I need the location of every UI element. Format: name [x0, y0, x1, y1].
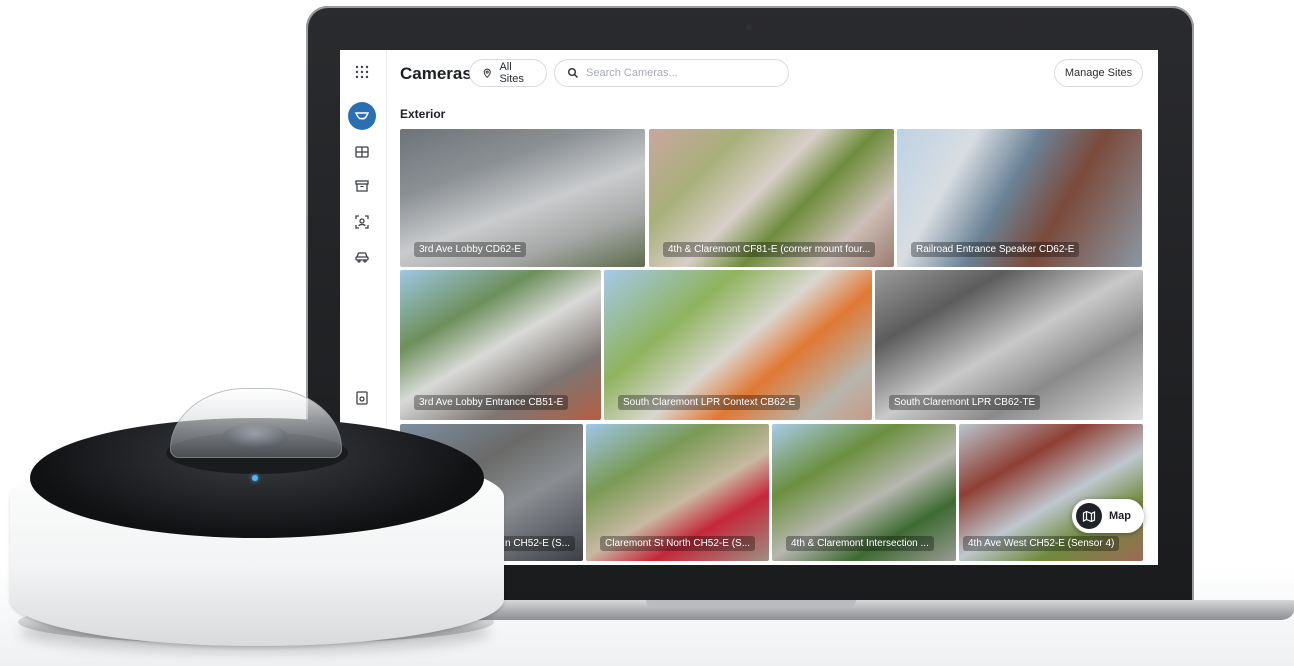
report-icon[interactable]	[348, 384, 376, 412]
camera-icon[interactable]	[348, 102, 376, 130]
all-sites-label: All Sites	[499, 61, 524, 85]
laptop-webcam	[746, 24, 752, 30]
camera-label: ...n CH52-E (S...	[491, 536, 575, 551]
map-label: Map	[1109, 510, 1131, 522]
camera-tile[interactable]: 4th Ave West CH52-E (Sensor 4)	[959, 424, 1143, 561]
vehicle-icon[interactable]	[348, 242, 376, 270]
camera-label: 4th & Claremont CF81-E (corner mount fou…	[663, 242, 876, 257]
manage-sites-button[interactable]: Manage Sites	[1054, 59, 1143, 87]
section-heading: Exterior	[400, 107, 446, 121]
face-scan-icon[interactable]	[348, 208, 376, 236]
camera-tile[interactable]: 4th & Claremont Intersection ...	[772, 424, 956, 561]
camera-tile[interactable]: Railroad Entrance Speaker CD62-E	[897, 129, 1142, 267]
camera-label: 3rd Ave Lobby CD62-E	[414, 242, 527, 257]
camera-label: Claremont St North CH52-E (S...	[600, 536, 756, 551]
laptop-notch	[646, 600, 856, 608]
camera-tile[interactable]: Claremont St North CH52-E (S...	[586, 424, 769, 561]
apps-grid-icon[interactable]	[348, 58, 376, 86]
page-title: Cameras	[400, 64, 472, 83]
search-input[interactable]: Search Cameras...	[554, 59, 789, 87]
camera-label: Railroad Entrance Speaker CD62-E	[911, 242, 1080, 257]
map-icon	[1082, 510, 1096, 523]
camera-label: 4th & Claremont Intersection ...	[786, 536, 934, 551]
search-icon	[568, 68, 578, 78]
location-pin-icon	[483, 68, 491, 79]
camera-tile[interactable]: South Claremont LPR CB62-TE	[875, 270, 1143, 420]
camera-label: 3rd Ave Lobby Entrance CB51-E	[414, 395, 569, 410]
camera-label: 4th Ave West CH52-E (Sensor 4)	[963, 536, 1120, 551]
search-placeholder: Search Cameras...	[586, 67, 678, 79]
all-sites-button[interactable]: All Sites	[469, 59, 547, 87]
layout-grid-icon[interactable]	[348, 138, 376, 166]
camera-label: South Claremont LPR CB62-TE	[889, 395, 1041, 410]
camera-tile[interactable]: 4th & Claremont CF81-E (corner mount fou…	[649, 129, 894, 267]
camera-label: South Claremont LPR Context CB62-E	[618, 395, 801, 410]
status-led	[252, 475, 258, 481]
camera-tile[interactable]: South Claremont LPR Context CB62-E	[604, 270, 872, 420]
camera-tile[interactable]: 3rd Ave Lobby Entrance CB51-E	[400, 270, 601, 420]
map-icon-circle	[1076, 503, 1102, 529]
map-button[interactable]: Map	[1072, 499, 1144, 533]
camera-tile[interactable]: 3rd Ave Lobby CD62-E	[400, 129, 645, 267]
archive-icon[interactable]	[348, 172, 376, 200]
